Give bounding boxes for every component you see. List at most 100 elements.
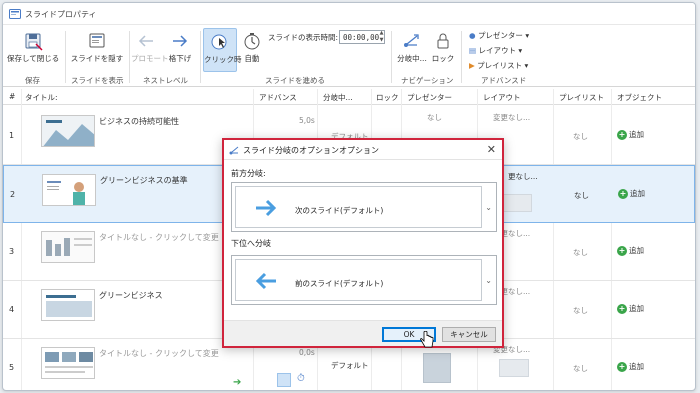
- ribbon-separator: [200, 31, 201, 83]
- ribbon: 保存して閉じる スライドを隠す プロモート 格下げ クリック時 自動 スライドの…: [3, 25, 695, 87]
- slide-thumbnail[interactable]: [42, 174, 96, 206]
- forward-branch-select[interactable]: 次のスライド(デフォルト) ⌄: [231, 182, 497, 232]
- plus-icon: +: [617, 246, 627, 256]
- group-label-advance-slide: スライドを進める: [265, 76, 325, 85]
- ribbon-separator: [129, 31, 130, 83]
- title-bar: スライドプロパティ: [3, 3, 695, 25]
- plus-icon: +: [617, 130, 627, 140]
- add-object-button[interactable]: + 追加: [618, 188, 645, 199]
- table-header: # タイトル: アドバンス 分岐中... ロック プレゼンター レイアウト プレ…: [3, 89, 695, 105]
- on-click-button[interactable]: クリック時: [203, 28, 242, 72]
- branch-icon: [229, 146, 239, 155]
- layout-thumbnail: [499, 359, 529, 377]
- close-icon[interactable]: ✕: [487, 143, 496, 156]
- forward-branch-label: 前方分岐:: [231, 169, 266, 178]
- chevron-down-icon[interactable]: ⌄: [485, 203, 492, 212]
- advance-value[interactable]: 5,0s: [299, 116, 315, 125]
- timer-icon[interactable]: ⏱: [297, 373, 305, 384]
- slide-thumbnail[interactable]: [41, 289, 95, 321]
- dialog-footer: OK キャンセル: [224, 320, 502, 348]
- down-branch-option: 前のスライド(デフォルト): [235, 259, 482, 301]
- row-number: 2: [10, 190, 16, 199]
- dialog-title: スライド分岐のオプションオプション: [243, 146, 379, 155]
- row-number: 4: [9, 305, 15, 314]
- layout-value[interactable]: 変更なし...: [493, 112, 530, 123]
- layout-value[interactable]: 更なし...: [508, 171, 538, 182]
- arrow-left-icon: [255, 272, 276, 290]
- slide-thumbnail[interactable]: [41, 347, 95, 379]
- header-branch: 分岐中...: [323, 93, 353, 102]
- header-num: #: [9, 92, 16, 101]
- hide-slide-button[interactable]: スライドを隠す: [69, 31, 125, 64]
- row-number: 3: [9, 247, 15, 256]
- header-presenter: プレゼンター: [407, 93, 452, 102]
- slide-title[interactable]: タイトルなし - クリックして変更: [99, 232, 219, 243]
- forward-branch-value: 次のスライド(デフォルト): [295, 206, 384, 215]
- promote-button[interactable]: プロモート: [131, 31, 169, 64]
- playlist-value[interactable]: なし: [573, 131, 588, 142]
- slide-title[interactable]: ビジネスの持続可能性: [99, 116, 179, 127]
- group-label-advanced: アドバンスド: [481, 76, 527, 85]
- timer-icon: [244, 33, 260, 50]
- arrow-right-icon: [256, 199, 277, 217]
- presenter-avatar[interactable]: [423, 353, 451, 383]
- slide-title[interactable]: グリーンビジネス: [99, 290, 163, 301]
- playlist-value[interactable]: なし: [573, 247, 588, 258]
- slide-title[interactable]: タイトルなし - クリックして変更: [99, 348, 219, 359]
- save-close-button[interactable]: 保存して閉じる: [7, 31, 59, 64]
- row-number: 1: [9, 131, 15, 140]
- group-label-save: 保存: [25, 76, 40, 85]
- chevron-down-icon[interactable]: ⌄: [485, 276, 492, 285]
- header-title: タイトル:: [25, 93, 58, 102]
- hand-cursor-icon: [420, 331, 434, 348]
- duration-label: スライドの表示時間:: [268, 33, 339, 42]
- playlist-value[interactable]: なし: [573, 305, 588, 316]
- presenter-dropdown[interactable]: ● プレゼンター ▾: [469, 30, 529, 41]
- lock-button[interactable]: ロック: [431, 31, 455, 64]
- down-branch-select[interactable]: 前のスライド(デフォルト) ⌄: [231, 255, 497, 305]
- playlist-icon: ▶: [469, 61, 475, 70]
- lock-icon: [437, 33, 449, 49]
- slide-thumbnail[interactable]: [41, 231, 95, 263]
- playlist-dropdown[interactable]: ▶ プレイリスト ▾: [469, 60, 528, 71]
- playlist-value[interactable]: なし: [574, 190, 589, 201]
- layout-dropdown[interactable]: ▤ レイアウト ▾: [469, 45, 522, 56]
- add-object-button[interactable]: + 追加: [617, 303, 644, 314]
- branch-value[interactable]: デフォルト: [331, 360, 369, 371]
- duration-spinner[interactable]: ▲ ▼: [378, 30, 385, 44]
- layout-icon: ▤: [469, 46, 477, 55]
- group-label-nest-level: ネストレベル: [143, 76, 188, 85]
- branch-button[interactable]: 分岐中...: [395, 31, 429, 64]
- mouse-click-icon[interactable]: [277, 373, 291, 387]
- branch-icon: [404, 34, 419, 47]
- app-icon: [9, 9, 21, 19]
- plus-icon: +: [617, 304, 627, 314]
- ribbon-separator: [65, 31, 66, 83]
- mouse-click-icon: [211, 34, 227, 50]
- presenter-value[interactable]: なし: [427, 112, 442, 123]
- arrow-right-icon: ➔: [233, 377, 242, 388]
- slide-thumbnail[interactable]: [41, 115, 95, 147]
- down-branch-label: 下位へ分岐: [231, 239, 271, 248]
- slide-properties-window: スライドプロパティ 保存して閉じる スライドを隠す プロモート 格下げ クリック…: [2, 2, 696, 391]
- advance-value[interactable]: 0,0s: [299, 348, 315, 357]
- down-branch-value: 前のスライド(デフォルト): [295, 279, 384, 288]
- slide-title[interactable]: グリーンビジネスの基準: [100, 175, 188, 186]
- header-object: オブジェクト: [617, 93, 662, 102]
- window-title: スライドプロパティ: [25, 10, 97, 19]
- branch-options-dialog: スライド分岐のオプションオプション ✕ 前方分岐: 次のスライド(デフォルト) …: [222, 138, 504, 348]
- playlist-value[interactable]: なし: [573, 363, 588, 374]
- auto-button[interactable]: 自動: [241, 31, 263, 64]
- person-icon: ●: [469, 31, 476, 40]
- group-label-show-slide: スライドを表示: [71, 76, 124, 85]
- add-object-button[interactable]: + 追加: [617, 129, 644, 140]
- header-layout: レイアウト: [483, 93, 521, 102]
- add-object-button[interactable]: + 追加: [617, 245, 644, 256]
- hide-slide-icon: [89, 33, 105, 48]
- demote-button[interactable]: 格下げ: [165, 31, 195, 64]
- cancel-button[interactable]: キャンセル: [442, 327, 496, 342]
- add-object-button[interactable]: + 追加: [617, 361, 644, 372]
- plus-icon: +: [617, 362, 627, 372]
- arrow-left-icon: [138, 35, 153, 47]
- arrow-right-icon: [173, 35, 188, 47]
